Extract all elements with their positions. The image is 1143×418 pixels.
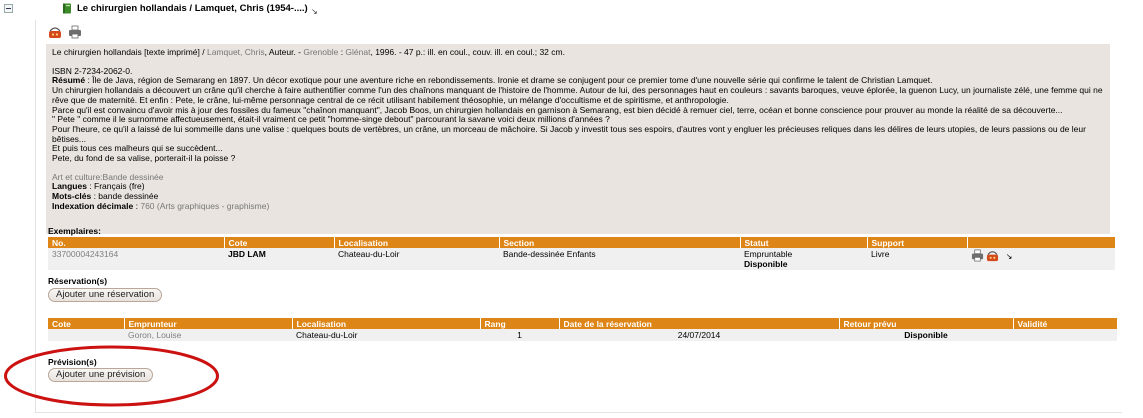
author-role: , Auteur. - (264, 47, 304, 57)
previsions-label: Prévision(s) (48, 357, 97, 367)
notice-title-line: Le chirurgien hollandais [texte imprimé]… (52, 47, 1104, 58)
reservation-date: 24/07/2014 (559, 329, 839, 341)
resume-label: Résumé (52, 75, 86, 86)
collapse-toggle-icon[interactable] (4, 4, 13, 13)
print-icon[interactable] (971, 249, 984, 264)
exemplaires-label: Exemplaires: (48, 226, 101, 236)
indexation-line: Indexation décimale : 760 (Arts graphiqu… (52, 200, 1104, 212)
col-statut: Statut (740, 237, 868, 248)
reservation-localisation: Chateau-du-Loir (292, 329, 480, 341)
exemplaire-support: Livre (867, 248, 967, 270)
col-date-reservation: Date de la réservation (559, 318, 840, 329)
motscles-value: : bande dessinée (91, 191, 159, 202)
table-row: 33700004243164 JBD LAM Chateau-du-Loir B… (48, 248, 1115, 270)
exemplaires-header-row: No. Cote Localisation Section Statut Sup… (48, 237, 1116, 248)
add-reservation-button[interactable]: Ajouter une réservation (48, 288, 163, 302)
open-arrow-icon[interactable]: ↘ (1006, 252, 1013, 261)
reservation-cote (48, 329, 124, 341)
col-cote: Cote (224, 237, 335, 248)
reservation-retour: Disponible (839, 329, 1013, 341)
langues-line: Langues : Français (fre) (52, 182, 1104, 192)
reservations-header-row: Cote Emprunteur Localisation Rang Date d… (48, 318, 1118, 329)
col-cote: Cote (48, 318, 125, 329)
basket-icon[interactable] (48, 25, 62, 39)
basket-icon[interactable] (986, 249, 999, 264)
resume-line-4: Pour l'heure, ce qu'il a laissé de lui s… (52, 123, 1086, 144)
publisher-link[interactable]: Glénat (345, 47, 370, 57)
reservation-validite (1013, 329, 1117, 341)
reservations-table: Cote Emprunteur Localisation Rang Date d… (48, 318, 1118, 341)
book-icon (63, 3, 71, 14)
resume-text: : Île de Java, région de Semarang en 189… (85, 75, 933, 86)
record-title-link[interactable]: Le chirurgien hollandais / Lamquet, Chri… (77, 3, 308, 14)
reservations-label: Réservation(s) (48, 276, 108, 286)
col-no: No. (48, 237, 225, 248)
exemplaires-table: No. Cote Localisation Section Statut Sup… (48, 237, 1116, 270)
table-row: Goron, Louise Chateau-du-Loir 1 24/07/20… (48, 329, 1117, 341)
langues-label: Langues (52, 181, 87, 192)
author-link[interactable]: Lamquet, Chris (207, 47, 265, 57)
statut-line-2: Disponible (744, 259, 788, 269)
col-section: Section (499, 237, 741, 248)
col-actions (967, 237, 1116, 248)
exemplaire-section: Bande-dessinée Enfants (499, 248, 740, 270)
col-retour-prevu: Retour prévu (839, 318, 1014, 329)
place-link[interactable]: Grenoble (303, 47, 338, 57)
record-notice: Le chirurgien hollandais [texte imprimé]… (46, 44, 1110, 234)
exemplaire-no: 33700004243164 (48, 248, 224, 270)
motscles-label: Mots-clés (52, 191, 92, 202)
exemplaire-cote: JBD LAM (224, 248, 334, 270)
col-localisation: Localisation (334, 237, 500, 248)
publication-details: , 1996. - 47 p.: ill. en coul., couv. il… (370, 47, 565, 57)
col-rang: Rang (480, 318, 560, 329)
col-localisation: Localisation (292, 318, 481, 329)
exemplaire-actions: ↘ (967, 248, 1115, 270)
col-emprunteur: Emprunteur (124, 318, 293, 329)
indexation-link[interactable]: 760 (Arts graphiques - graphisme) (140, 201, 269, 211)
langues-value: : Français (fre) (86, 181, 145, 192)
record-panel: Le chirurgien hollandais [texte imprimé]… (35, 20, 1122, 413)
exemplaire-localisation: Chateau-du-Loir (334, 248, 499, 270)
resume-line-6: Pete, du fond de sa valise, porterait-il… (52, 153, 236, 164)
category-link[interactable]: Art et culture:Bande dessinée (52, 172, 164, 182)
reservation-emprunteur[interactable]: Goron, Louise (124, 329, 292, 341)
reservation-rang: 1 (480, 329, 559, 341)
title-text: Le chirurgien hollandais [texte imprimé]… (52, 47, 207, 57)
resume-line-1: Un chirurgien hollandais a découvert un … (52, 85, 1103, 105)
statut-line-1: Empruntable (744, 249, 793, 259)
indexation-label: Indexation décimale (52, 200, 134, 211)
col-validite: Validité (1013, 318, 1118, 329)
print-icon[interactable] (68, 25, 82, 39)
record-title-row: Le chirurgien hollandais / Lamquet, Chri… (0, 0, 1143, 18)
open-record-arrow-icon[interactable]: ↘ (311, 7, 318, 16)
add-prevision-button[interactable]: Ajouter une prévision (48, 368, 154, 382)
exemplaire-statut: Empruntable Disponible (740, 248, 867, 270)
col-support: Support (867, 237, 968, 248)
